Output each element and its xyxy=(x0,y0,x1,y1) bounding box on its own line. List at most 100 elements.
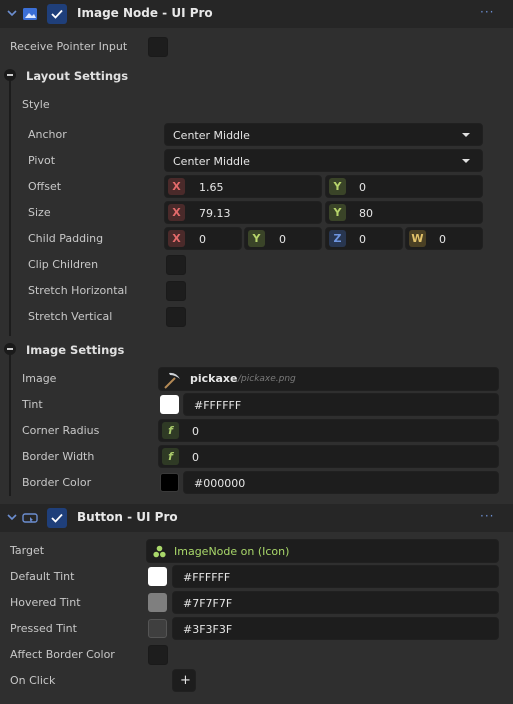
hovered-tint-hex-field[interactable]: #7F7F7F xyxy=(172,591,499,614)
border-width-value: 0 xyxy=(192,451,199,464)
image-asset-field[interactable]: pickaxe /pickaxe.png xyxy=(158,367,499,391)
more-options-icon[interactable]: ··· xyxy=(480,509,494,523)
check-icon xyxy=(51,513,63,523)
pressed-tint-hex-value: #3F3F3F xyxy=(183,623,233,636)
border-color-hex-value: #000000 xyxy=(194,477,246,490)
pressed-tint-swatch[interactable] xyxy=(148,619,167,638)
button-header: Button - UI Pro ··· xyxy=(0,504,513,532)
default-tint-hex-field[interactable]: #FFFFFF xyxy=(172,565,499,588)
x-axis-tag: X xyxy=(168,178,185,195)
pressed-tint-label: Pressed Tint xyxy=(10,622,77,635)
anchor-label: Anchor xyxy=(28,128,67,141)
target-value: ImageNode on (Icon) xyxy=(174,545,290,558)
tint-color-swatch[interactable] xyxy=(160,395,179,414)
affect-border-color-label: Affect Border Color xyxy=(10,648,115,661)
pivot-dropdown[interactable]: Center Middle xyxy=(164,149,483,172)
affect-border-color-toggle[interactable] xyxy=(148,645,168,665)
child-padding-x-value: 0 xyxy=(199,233,206,246)
target-field[interactable]: ImageNode on (Icon) xyxy=(146,539,499,563)
clip-children-label: Clip Children xyxy=(28,258,99,271)
plus-icon: + xyxy=(180,673,191,688)
size-y-field[interactable]: Y 80 xyxy=(325,201,483,224)
size-x-value: 79.13 xyxy=(199,207,231,220)
hovered-tint-hex-value: #7F7F7F xyxy=(183,597,233,610)
size-x-field[interactable]: X 79.13 xyxy=(164,201,322,224)
child-padding-w-field[interactable]: W 0 xyxy=(405,227,483,250)
component-title: Button - UI Pro xyxy=(77,510,178,524)
pivot-label: Pivot xyxy=(28,154,56,167)
default-tint-hex-value: #FFFFFF xyxy=(183,571,231,584)
stretch-horizontal-toggle[interactable] xyxy=(166,281,186,301)
z-axis-tag: Z xyxy=(329,230,346,247)
image-settings-guide xyxy=(9,348,11,496)
receive-pointer-input-label: Receive Pointer Input xyxy=(10,40,128,53)
image-settings-collapse-icon[interactable] xyxy=(4,343,16,355)
more-options-icon[interactable]: ··· xyxy=(480,5,494,19)
x-axis-tag: X xyxy=(168,204,185,221)
image-label: Image xyxy=(22,372,57,385)
child-padding-z-value: 0 xyxy=(359,233,366,246)
style-label: Style xyxy=(22,98,50,111)
y-axis-tag: Y xyxy=(329,178,346,195)
border-color-swatch[interactable] xyxy=(160,473,179,492)
child-padding-label: Child Padding xyxy=(28,232,104,245)
enabled-checkbox[interactable] xyxy=(47,508,67,528)
game-object-icon xyxy=(153,545,166,558)
default-tint-label: Default Tint xyxy=(10,570,75,583)
stretch-horizontal-label: Stretch Horizontal xyxy=(28,284,128,297)
float-tag: f xyxy=(162,448,179,465)
child-padding-z-field[interactable]: Z 0 xyxy=(325,227,403,250)
corner-radius-value: 0 xyxy=(192,425,199,438)
offset-y-value: 0 xyxy=(359,181,366,194)
y-axis-tag: Y xyxy=(329,204,346,221)
stretch-vertical-label: Stretch Vertical xyxy=(28,310,113,323)
on-click-label: On Click xyxy=(10,674,56,687)
button-icon xyxy=(22,513,38,523)
size-label: Size xyxy=(28,206,51,219)
hovered-tint-label: Hovered Tint xyxy=(10,596,81,609)
component-title: Image Node - UI Pro xyxy=(77,6,213,20)
border-color-hex-field[interactable]: #000000 xyxy=(183,471,499,494)
dropdown-arrow-icon xyxy=(462,133,470,137)
offset-y-field[interactable]: Y 0 xyxy=(325,175,483,198)
on-click-add-button[interactable]: + xyxy=(172,669,196,692)
corner-radius-label: Corner Radius xyxy=(22,424,100,437)
chevron-down-icon[interactable] xyxy=(7,8,17,18)
default-tint-swatch[interactable] xyxy=(148,567,167,586)
image-asset-path: /pickaxe.png xyxy=(238,374,296,384)
target-label: Target xyxy=(10,544,45,557)
tint-label: Tint xyxy=(22,398,43,411)
corner-radius-field[interactable]: f 0 xyxy=(158,419,499,442)
offset-label: Offset xyxy=(28,180,62,193)
pressed-tint-hex-field[interactable]: #3F3F3F xyxy=(172,617,499,640)
offset-x-field[interactable]: X 1.65 xyxy=(164,175,322,198)
image-node-header: Image Node - UI Pro ··· xyxy=(0,0,513,28)
layout-settings-title: Layout Settings xyxy=(26,69,129,83)
image-icon xyxy=(23,8,37,20)
border-width-label: Border Width xyxy=(22,450,95,463)
tint-hex-value: #FFFFFF xyxy=(194,399,242,412)
image-settings-title: Image Settings xyxy=(26,343,125,357)
y-axis-tag: Y xyxy=(248,230,265,247)
anchor-dropdown[interactable]: Center Middle xyxy=(164,123,483,146)
layout-settings-collapse-icon[interactable] xyxy=(4,69,16,81)
stretch-vertical-toggle[interactable] xyxy=(166,307,186,327)
clip-children-toggle[interactable] xyxy=(166,255,186,275)
anchor-value: Center Middle xyxy=(173,129,250,142)
tint-hex-field[interactable]: #FFFFFF xyxy=(183,393,499,416)
hovered-tint-swatch[interactable] xyxy=(148,593,167,612)
float-tag: f xyxy=(162,422,179,439)
border-width-field[interactable]: f 0 xyxy=(158,445,499,468)
x-axis-tag: X xyxy=(168,230,185,247)
border-color-label: Border Color xyxy=(22,476,92,489)
chevron-down-icon[interactable] xyxy=(7,512,17,522)
child-padding-y-field[interactable]: Y 0 xyxy=(244,227,322,250)
pickaxe-icon xyxy=(164,372,180,389)
pivot-value: Center Middle xyxy=(173,155,250,168)
receive-pointer-input-toggle[interactable] xyxy=(148,37,168,57)
child-padding-w-value: 0 xyxy=(439,233,446,246)
size-y-value: 80 xyxy=(359,207,373,220)
layout-settings-guide xyxy=(9,74,11,336)
enabled-checkbox[interactable] xyxy=(47,4,67,24)
child-padding-x-field[interactable]: X 0 xyxy=(164,227,242,250)
